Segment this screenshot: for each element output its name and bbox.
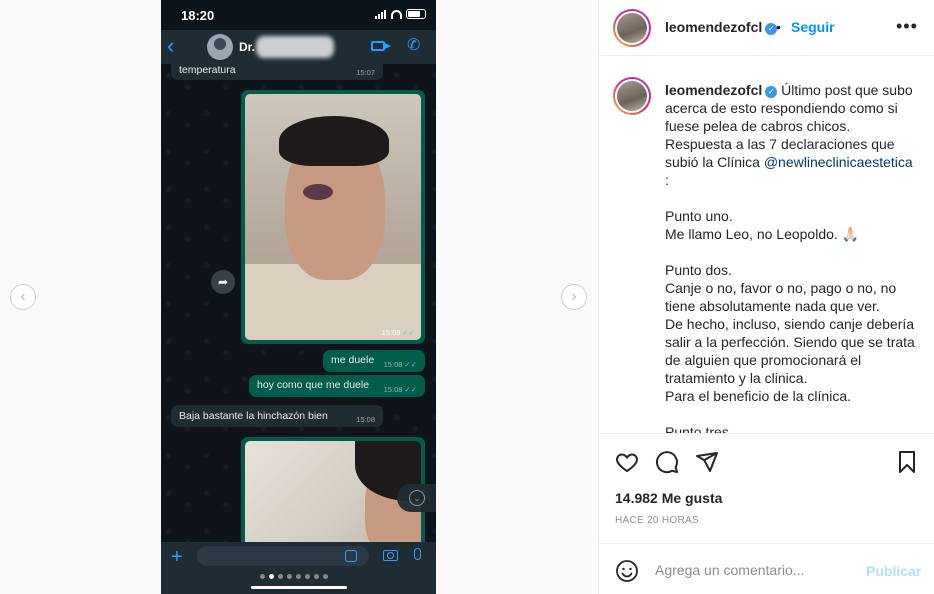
carousel-prev-button[interactable]: ‹ [10,284,36,310]
verified-badge-icon: ✓ [765,86,778,98]
publish-button[interactable]: Publicar [866,563,921,579]
microphone-icon [414,548,421,560]
carousel-dot [287,574,292,579]
comment-icon[interactable] [655,450,679,474]
photo-message-2 [241,437,425,542]
message-hoy-como: hoy como que me duele 15:08 ✓✓ [249,375,425,397]
sticker-icon [345,550,357,562]
chat-composer: + [161,542,436,594]
signal-icon [375,9,387,19]
chat-header: ‹ Dr. ✆ [161,30,436,64]
message-me-duele: me duele 15:08 ✓✓ [323,350,425,372]
post-media-area: ‹ › 18:20 ‹ Dr. ✆ temperatura 15:07 ➦ 15… [0,0,598,594]
scroll-down-button: ⌄ [397,484,436,512]
likes-count[interactable]: 14.982 Me gusta [615,490,722,506]
author-avatar[interactable] [613,9,651,47]
message-input [197,546,369,566]
whatsapp-screenshot: 18:20 ‹ Dr. ✆ temperatura 15:07 ➦ 15:08 … [161,0,436,594]
share-icon[interactable] [695,450,719,474]
carousel-dot [260,574,265,579]
photo-message-1: 15:08 ✓✓ [241,90,425,344]
caption-area: leomendezofcl ✓ Último post que subo acer… [599,57,934,433]
more-options-icon[interactable]: ••• [896,16,918,37]
forward-icon: ➦ [211,270,235,294]
carousel-dot [323,574,328,579]
carousel-dot [269,574,274,579]
comment-input[interactable] [655,556,855,584]
comment-bar: Publicar [599,543,934,594]
follow-button[interactable]: Seguir [791,19,835,35]
carousel-dots [260,574,328,579]
photo-bruised-face: 15:08 ✓✓ [245,94,421,340]
redacted-name-blur [256,36,334,58]
video-call-icon [371,41,391,51]
carousel-dot [305,574,310,579]
back-icon: ‹ [167,33,175,58]
photo-ceiling-face [245,441,421,542]
post-header: leomendezofcl ✓ • Seguir ••• [599,0,934,56]
emoji-icon[interactable] [615,559,639,583]
post-actions: 14.982 Me gusta HACE 20 HORAS [599,433,934,543]
battery-icon [406,9,426,19]
heart-icon[interactable] [615,450,639,474]
plus-icon: + [171,546,183,568]
carousel-next-button[interactable]: › [561,284,587,310]
wifi-icon [391,9,402,19]
contact-name: Dr. [239,40,256,54]
separator-dot: • [776,19,781,35]
caption-username[interactable]: leomendezofcl [665,82,762,98]
message-temperatura: temperatura 15:07 [171,64,383,80]
contact-avatar [207,34,233,60]
status-time: 18:20 [181,8,215,23]
carousel-dot [296,574,301,579]
carousel-dot [314,574,319,579]
caption-author-avatar[interactable] [613,77,651,115]
home-indicator [251,586,347,589]
chevron-down-icon: ⌄ [409,490,425,506]
author-username[interactable]: leomendezofcl [665,19,762,35]
chat-area: temperatura 15:07 ➦ 15:08 ✓✓ me duele 15… [161,64,436,542]
message-baja-bastante: Baja bastante la hinchazón bien 15:08 [171,405,383,427]
carousel-dot [278,574,283,579]
camera-icon [383,550,398,561]
bookmark-icon[interactable] [895,450,919,474]
post-time-ago[interactable]: HACE 20 HORAS [615,515,699,526]
post-side-panel: leomendezofcl ✓ • Seguir ••• leomendezofc… [598,0,934,594]
phone-call-icon: ✆ [407,37,421,54]
post-caption: leomendezofcl ✓ Último post que subo acer… [665,82,915,433]
phone-status-bar: 18:20 [161,0,436,30]
mention-link[interactable]: @newlineclinicaestetica [764,154,913,170]
instagram-post-view: ‹ › 18:20 ‹ Dr. ✆ temperatura 15:07 ➦ 15… [0,0,934,594]
